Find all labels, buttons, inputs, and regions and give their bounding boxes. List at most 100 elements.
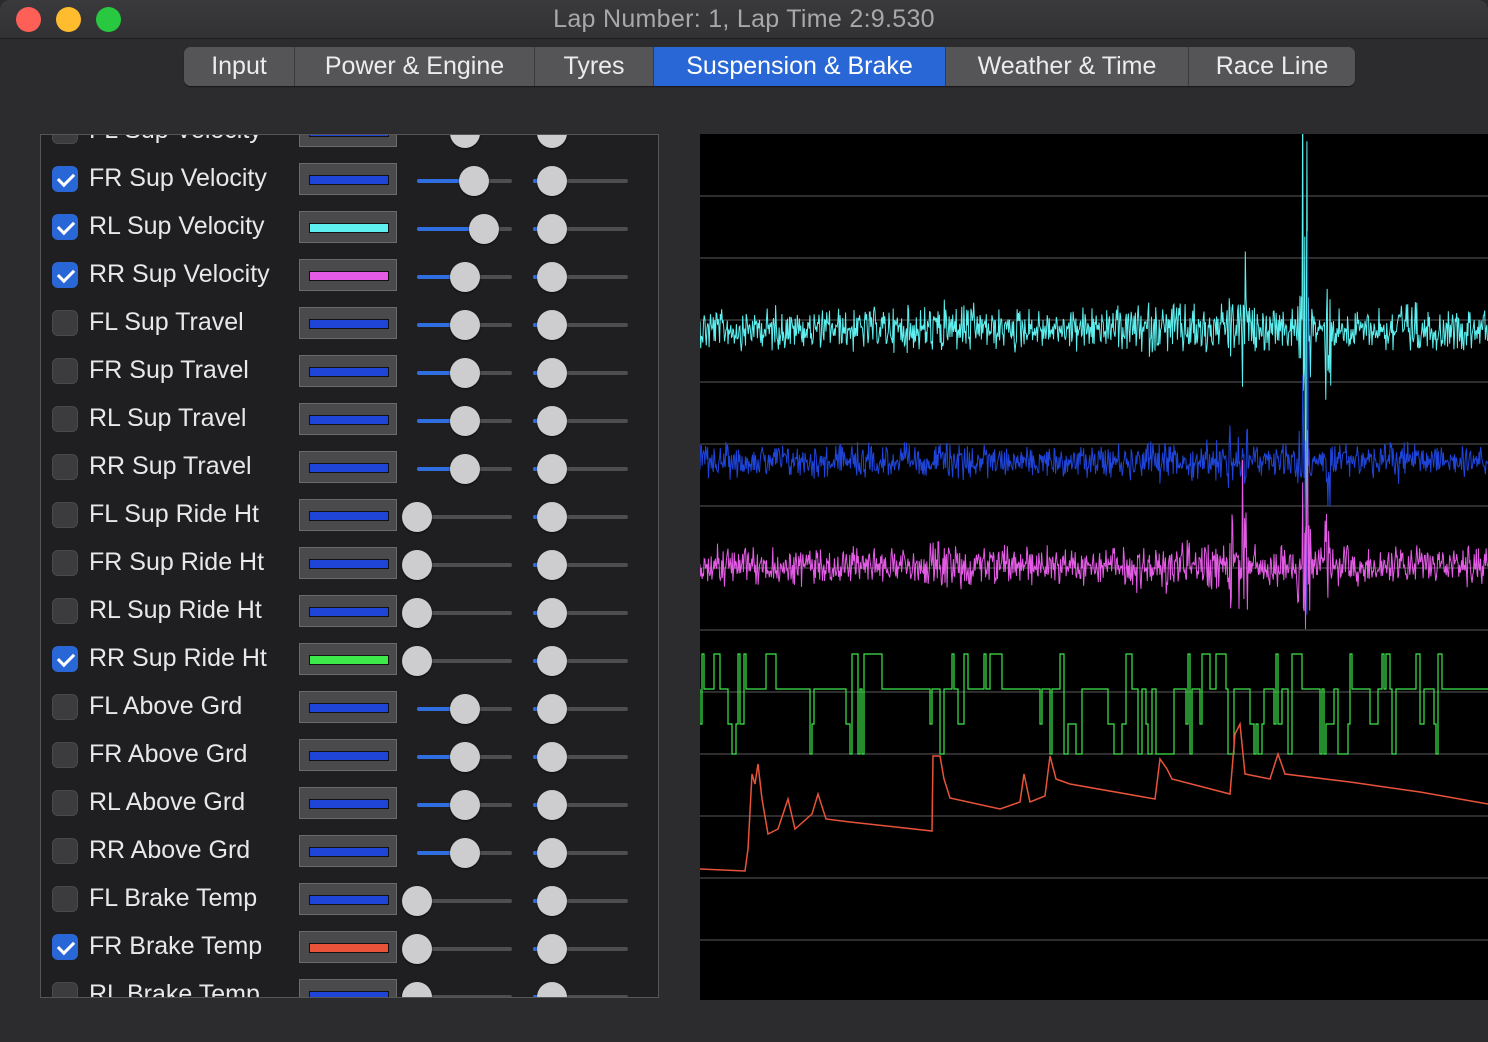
slider-knob[interactable] [537,358,567,388]
channel-checkbox[interactable] [52,166,78,192]
slider-knob[interactable] [449,454,480,484]
color-well-button[interactable] [299,211,397,243]
slider-knob[interactable] [449,742,480,772]
tab-power-engine[interactable]: Power & Engine [295,47,535,86]
color-well-button[interactable] [299,691,397,723]
scale-slider[interactable] [402,982,512,997]
title-bar[interactable]: Lap Number: 1, Lap Time 2:9.530 [0,0,1488,39]
color-well-button[interactable] [299,931,397,963]
slider-knob[interactable] [449,358,480,388]
color-well-button[interactable] [299,403,397,435]
telemetry-graph[interactable] [700,134,1488,1000]
color-well-button[interactable] [299,883,397,915]
channel-checkbox[interactable] [52,982,78,997]
color-well-button[interactable] [299,135,397,147]
channel-checkbox[interactable] [52,550,78,576]
offset-slider[interactable] [533,262,628,292]
scale-slider[interactable] [417,310,512,340]
scale-slider[interactable] [417,406,512,436]
slider-knob[interactable] [537,886,567,916]
color-well-button[interactable] [299,307,397,339]
channel-checkbox[interactable] [52,886,78,912]
scale-slider[interactable] [402,934,512,964]
color-well-button[interactable] [299,835,397,867]
color-well-button[interactable] [299,643,397,675]
scale-slider[interactable] [417,790,512,820]
slider-knob[interactable] [537,166,567,196]
channel-checkbox[interactable] [52,646,78,672]
channel-checkbox[interactable] [52,934,78,960]
slider-knob[interactable] [537,454,567,484]
channel-list-panel[interactable]: FL Sup Velocity FR Sup Velocity RL Sup Vel… [40,134,659,998]
color-well-button[interactable] [299,739,397,771]
tab-suspension-brake[interactable]: Suspension & Brake [654,47,946,86]
slider-knob[interactable] [537,838,567,868]
slider-knob[interactable] [537,502,567,532]
scale-slider[interactable] [417,694,512,724]
slider-knob[interactable] [402,886,432,916]
tab-race-line[interactable]: Race Line [1189,47,1355,86]
color-well-button[interactable] [299,259,397,291]
slider-knob[interactable] [537,982,567,997]
offset-slider[interactable] [533,358,628,388]
channel-checkbox[interactable] [52,454,78,480]
offset-slider[interactable] [533,790,628,820]
slider-knob[interactable] [449,790,480,820]
channel-checkbox[interactable] [52,694,78,720]
slider-knob[interactable] [537,790,567,820]
slider-knob[interactable] [537,310,567,340]
slider-knob[interactable] [449,694,480,724]
offset-slider[interactable] [533,838,628,868]
scale-slider[interactable] [402,502,512,532]
slider-knob[interactable] [402,502,432,532]
color-well-button[interactable] [299,451,397,483]
offset-slider[interactable] [533,598,628,628]
scale-slider[interactable] [417,454,512,484]
offset-slider[interactable] [533,550,628,580]
offset-slider[interactable] [537,135,567,148]
channel-checkbox[interactable] [52,214,78,240]
scale-slider[interactable] [449,135,480,148]
slider-knob[interactable] [402,982,432,997]
scale-slider[interactable] [402,550,512,580]
channel-checkbox[interactable] [52,262,78,288]
slider-knob[interactable] [468,214,499,244]
channel-checkbox[interactable] [52,358,78,384]
color-well-button[interactable] [299,595,397,627]
scale-slider[interactable] [417,262,512,292]
scale-slider[interactable] [417,838,512,868]
slider-knob[interactable] [537,406,567,436]
slider-knob[interactable] [402,934,432,964]
channel-checkbox[interactable] [52,502,78,528]
offset-slider[interactable] [533,310,628,340]
scale-slider[interactable] [417,358,512,388]
offset-slider[interactable] [533,646,628,676]
color-well-button[interactable] [299,499,397,531]
scale-slider[interactable] [417,166,512,196]
color-well-button[interactable] [299,163,397,195]
slider-knob[interactable] [402,550,432,580]
slider-knob[interactable] [537,646,567,676]
color-well-button[interactable] [299,355,397,387]
offset-slider[interactable] [533,166,628,196]
color-well-button[interactable] [299,787,397,819]
scale-slider[interactable] [402,886,512,916]
channel-checkbox[interactable] [52,838,78,864]
offset-slider[interactable] [533,406,628,436]
slider-knob[interactable] [449,262,480,292]
slider-knob[interactable] [537,742,567,772]
scale-slider[interactable] [402,646,512,676]
slider-knob[interactable] [537,135,567,148]
slider-knob[interactable] [449,135,480,148]
offset-slider[interactable] [533,982,628,997]
offset-slider[interactable] [533,934,628,964]
color-well-button[interactable] [299,547,397,579]
slider-knob[interactable] [459,166,489,196]
color-well-button[interactable] [299,979,397,997]
slider-knob[interactable] [402,646,432,676]
channel-checkbox[interactable] [52,406,78,432]
slider-knob[interactable] [537,214,567,244]
scale-slider[interactable] [417,742,512,772]
offset-slider[interactable] [533,454,628,484]
slider-knob[interactable] [537,598,567,628]
